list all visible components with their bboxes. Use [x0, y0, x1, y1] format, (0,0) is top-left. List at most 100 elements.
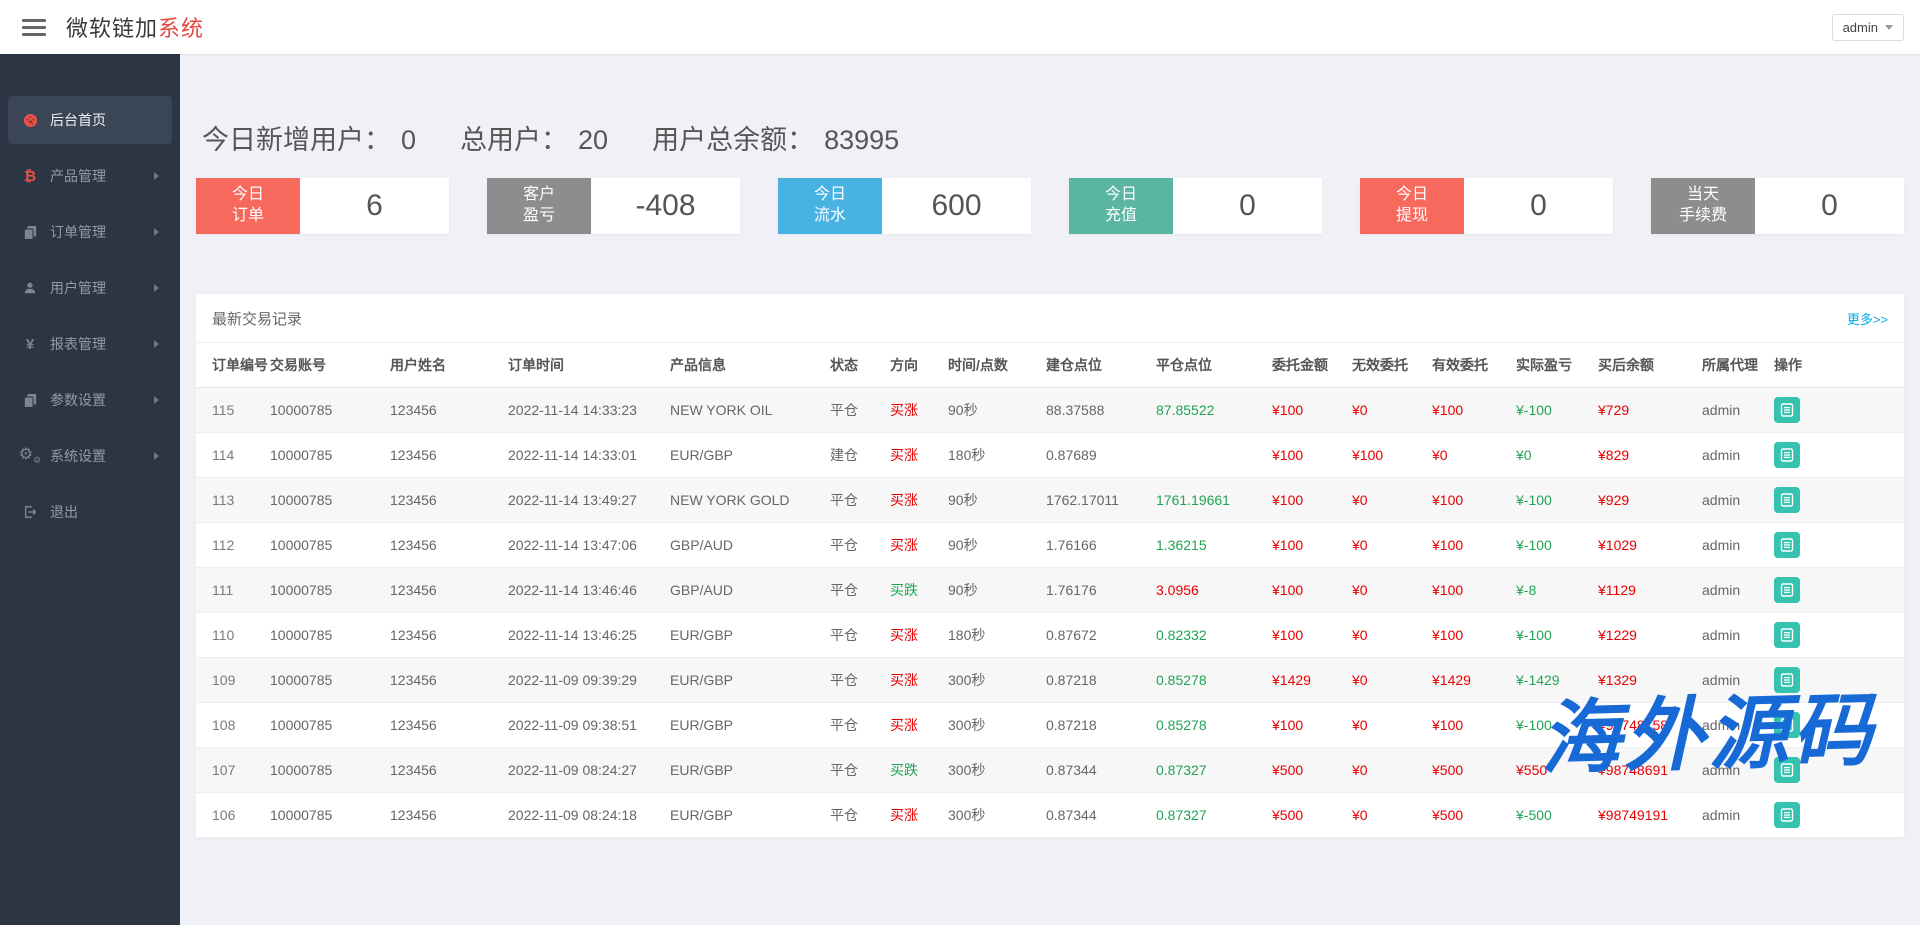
- order-detail-button[interactable]: [1774, 577, 1800, 603]
- cell-open: 0.87218: [1042, 658, 1152, 703]
- column-header: 委托金额: [1268, 343, 1348, 388]
- table-row: 111 10000785 123456 2022-11-14 13:46:46 …: [196, 568, 1904, 613]
- stat-label: 用户总余额：: [652, 125, 814, 155]
- column-header: 订单时间: [504, 343, 666, 388]
- card-label: 今日充值: [1069, 178, 1173, 234]
- cell-balance: ¥98749191: [1594, 793, 1698, 838]
- cell-duration: 180秒: [944, 433, 1042, 478]
- order-detail-button[interactable]: [1774, 667, 1800, 693]
- order-detail-button[interactable]: [1774, 757, 1800, 783]
- order-detail-button[interactable]: [1774, 532, 1800, 558]
- cell-product: EUR/GBP: [666, 748, 826, 793]
- cell-status: 平仓: [826, 613, 886, 658]
- dashboard-icon: [21, 113, 39, 128]
- cell-product: EUR/GBP: [666, 793, 826, 838]
- cell-time: 2022-11-14 14:33:23: [504, 388, 666, 433]
- table-row: 115 10000785 123456 2022-11-14 14:33:23 …: [196, 388, 1904, 433]
- cell-invalid: ¥0: [1348, 478, 1428, 523]
- cell-balance: ¥729: [1594, 388, 1698, 433]
- column-header: 状态: [826, 343, 886, 388]
- cell-direction: 买涨: [886, 658, 944, 703]
- cell-direction: 买涨: [886, 478, 944, 523]
- menu-toggle-icon[interactable]: [22, 19, 46, 36]
- stat-label: 总用户：: [460, 125, 568, 155]
- sidebar-item-order[interactable]: 订单管理: [8, 208, 172, 256]
- overview-stat: 今日新增用户：0: [202, 124, 416, 156]
- column-header: 方向: [886, 343, 944, 388]
- yen-icon: ¥: [21, 336, 39, 353]
- card-value: -408: [591, 178, 740, 234]
- column-header: 交易账号: [266, 343, 386, 388]
- detail-list-icon: [1780, 628, 1794, 642]
- cell-status: 平仓: [826, 703, 886, 748]
- cell-amount: ¥1429: [1268, 658, 1348, 703]
- cell-valid: ¥100: [1428, 388, 1512, 433]
- cell-close: 0.87327: [1152, 793, 1268, 838]
- cell-product: EUR/GBP: [666, 613, 826, 658]
- user-menu[interactable]: admin: [1832, 14, 1904, 41]
- sidebar-item-logout[interactable]: 退出: [8, 488, 172, 536]
- cell-order-id: 109: [196, 658, 266, 703]
- sidebar-item-system[interactable]: ⚙⚙ 系统设置: [8, 432, 172, 480]
- cell-close: 3.0956: [1152, 568, 1268, 613]
- cell-valid: ¥100: [1428, 478, 1512, 523]
- cell-close: 0.85278: [1152, 658, 1268, 703]
- cell-action: [1770, 658, 1904, 703]
- cell-account: 10000785: [266, 433, 386, 478]
- card-label: 今日订单: [196, 178, 300, 234]
- top-bar: 微软链加系统 admin: [0, 0, 1920, 54]
- order-detail-button[interactable]: [1774, 712, 1800, 738]
- chevron-right-icon: [154, 228, 159, 236]
- column-header: 产品信息: [666, 343, 826, 388]
- cell-holder: 123456: [386, 703, 504, 748]
- sidebar-item-report[interactable]: ¥ 报表管理: [8, 320, 172, 368]
- cell-invalid: ¥0: [1348, 793, 1428, 838]
- summary-card: 今日订单 6: [196, 178, 449, 234]
- app-title: 微软链加系统: [66, 11, 204, 43]
- cell-order-id: 115: [196, 388, 266, 433]
- sidebar-item-user[interactable]: 用户管理: [8, 264, 172, 312]
- order-detail-button[interactable]: [1774, 442, 1800, 468]
- cell-pnl: ¥-1429: [1512, 658, 1594, 703]
- order-detail-button[interactable]: [1774, 487, 1800, 513]
- cell-product: GBP/AUD: [666, 523, 826, 568]
- column-header: 无效委托: [1348, 343, 1428, 388]
- chevron-right-icon: [154, 172, 159, 180]
- cell-holder: 123456: [386, 433, 504, 478]
- table-row: 108 10000785 123456 2022-11-09 09:38:51 …: [196, 703, 1904, 748]
- cell-agent: admin: [1698, 658, 1770, 703]
- cell-amount: ¥100: [1268, 703, 1348, 748]
- cell-duration: 180秒: [944, 613, 1042, 658]
- cell-direction: 买涨: [886, 388, 944, 433]
- cell-invalid: ¥0: [1348, 658, 1428, 703]
- column-header: 有效委托: [1428, 343, 1512, 388]
- column-header: 实际盈亏: [1512, 343, 1594, 388]
- order-detail-button[interactable]: [1774, 397, 1800, 423]
- cell-pnl: ¥-100: [1512, 523, 1594, 568]
- cell-pnl: ¥-100: [1512, 703, 1594, 748]
- order-detail-button[interactable]: [1774, 802, 1800, 828]
- cell-close: 1.36215: [1152, 523, 1268, 568]
- orders-table-body: 115 10000785 123456 2022-11-14 14:33:23 …: [196, 388, 1904, 838]
- cell-action: [1770, 748, 1904, 793]
- cell-agent: admin: [1698, 748, 1770, 793]
- cell-status: 建仓: [826, 433, 886, 478]
- more-link[interactable]: 更多>>: [1847, 309, 1888, 328]
- cell-holder: 123456: [386, 658, 504, 703]
- cell-holder: 123456: [386, 613, 504, 658]
- chevron-right-icon: [154, 340, 159, 348]
- cell-action: [1770, 793, 1904, 838]
- cell-holder: 123456: [386, 523, 504, 568]
- sidebar-item-home[interactable]: 后台首页: [8, 96, 172, 144]
- cell-agent: admin: [1698, 388, 1770, 433]
- cell-duration: 90秒: [944, 478, 1042, 523]
- cell-invalid: ¥0: [1348, 613, 1428, 658]
- card-label: 客户盈亏: [487, 178, 591, 234]
- sidebar-item-label: 订单管理: [50, 222, 106, 242]
- sidebar-item-product[interactable]: ₿ 产品管理: [8, 152, 172, 200]
- order-detail-button[interactable]: [1774, 622, 1800, 648]
- sidebar-item-params[interactable]: 参数设置: [8, 376, 172, 424]
- cell-balance: ¥829: [1594, 433, 1698, 478]
- stat-value: 0: [401, 125, 416, 155]
- cell-valid: ¥0: [1428, 433, 1512, 478]
